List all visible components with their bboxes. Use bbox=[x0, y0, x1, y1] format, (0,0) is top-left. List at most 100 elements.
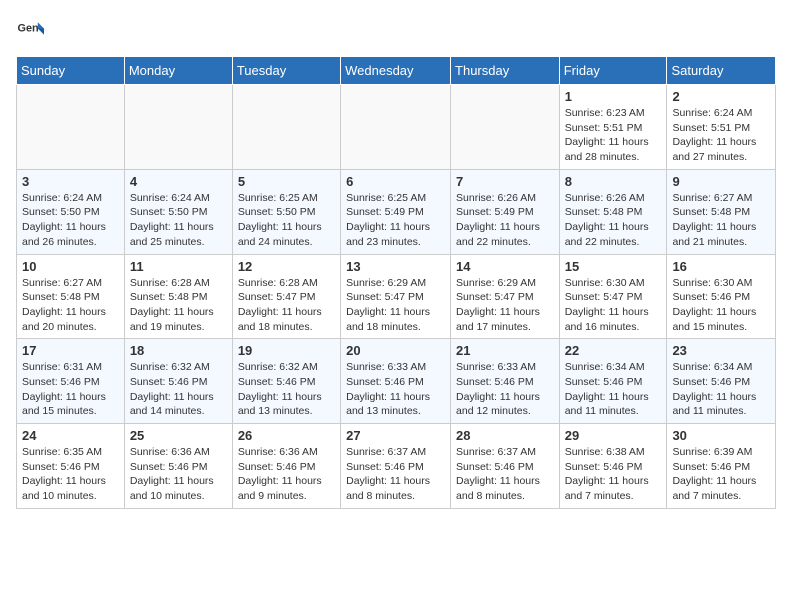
calendar-cell: 1 Sunrise: 6:23 AMSunset: 5:51 PMDaylight… bbox=[559, 85, 667, 170]
day-number: 11 bbox=[130, 259, 227, 274]
calendar-cell: 26 Sunrise: 6:36 AMSunset: 5:46 PMDayligh… bbox=[232, 424, 340, 509]
calendar-week-row: 17Sunrise: 6:31 AMSunset: 5:46 PMDayligh… bbox=[17, 339, 776, 424]
day-info: Sunrise: 6:26 AMSunset: 5:48 PMDaylight:… bbox=[565, 191, 662, 250]
day-info: Sunrise: 6:23 AMSunset: 5:51 PMDaylight:… bbox=[565, 106, 662, 165]
day-info: Sunrise: 6:35 AMSunset: 5:46 PMDaylight:… bbox=[22, 445, 119, 504]
day-number: 27 bbox=[346, 428, 445, 443]
day-number: 16 bbox=[672, 259, 770, 274]
calendar-cell: 9Sunrise: 6:27 AMSunset: 5:48 PMDaylight… bbox=[667, 169, 776, 254]
day-number: 18 bbox=[130, 343, 227, 358]
day-info: Sunrise: 6:27 AMSunset: 5:48 PMDaylight:… bbox=[22, 276, 119, 335]
day-number: 4 bbox=[130, 174, 227, 189]
calendar-cell: 25 Sunrise: 6:36 AMSunset: 5:46 PMDayligh… bbox=[124, 424, 232, 509]
svg-text:Gen: Gen bbox=[18, 23, 39, 35]
calendar-cell: 17Sunrise: 6:31 AMSunset: 5:46 PMDayligh… bbox=[17, 339, 125, 424]
calendar-cell: 16 Sunrise: 6:30 AMSunset: 5:46 PMDayligh… bbox=[667, 254, 776, 339]
calendar-cell: 13Sunrise: 6:29 AMSunset: 5:47 PMDayligh… bbox=[341, 254, 451, 339]
calendar-header-sunday: Sunday bbox=[17, 57, 125, 85]
day-info: Sunrise: 6:36 AMSunset: 5:46 PMDaylight:… bbox=[238, 445, 335, 504]
calendar-cell: 4 Sunrise: 6:24 AMSunset: 5:50 PMDaylight… bbox=[124, 169, 232, 254]
day-number: 30 bbox=[672, 428, 770, 443]
day-info: Sunrise: 6:24 AMSunset: 5:51 PMDaylight:… bbox=[672, 106, 770, 165]
day-info: Sunrise: 6:37 AMSunset: 5:46 PMDaylight:… bbox=[456, 445, 554, 504]
calendar-cell: 27 Sunrise: 6:37 AMSunset: 5:46 PMDayligh… bbox=[341, 424, 451, 509]
day-info: Sunrise: 6:39 AMSunset: 5:46 PMDaylight:… bbox=[672, 445, 770, 504]
day-info: Sunrise: 6:32 AMSunset: 5:46 PMDaylight:… bbox=[238, 360, 335, 419]
calendar-cell bbox=[232, 85, 340, 170]
calendar-week-row: 3 Sunrise: 6:24 AMSunset: 5:50 PMDaylight… bbox=[17, 169, 776, 254]
calendar-cell: 21 Sunrise: 6:33 AMSunset: 5:46 PMDayligh… bbox=[451, 339, 560, 424]
page-header: Gen bbox=[16, 16, 776, 44]
day-number: 1 bbox=[565, 89, 662, 104]
day-info: Sunrise: 6:30 AMSunset: 5:46 PMDaylight:… bbox=[672, 276, 770, 335]
day-info: Sunrise: 6:34 AMSunset: 5:46 PMDaylight:… bbox=[565, 360, 662, 419]
calendar-header-tuesday: Tuesday bbox=[232, 57, 340, 85]
calendar-cell: 11 Sunrise: 6:28 AMSunset: 5:48 PMDayligh… bbox=[124, 254, 232, 339]
day-info: Sunrise: 6:33 AMSunset: 5:46 PMDaylight:… bbox=[346, 360, 445, 419]
calendar-week-row: 1 Sunrise: 6:23 AMSunset: 5:51 PMDaylight… bbox=[17, 85, 776, 170]
day-number: 20 bbox=[346, 343, 445, 358]
day-number: 26 bbox=[238, 428, 335, 443]
day-number: 9 bbox=[672, 174, 770, 189]
calendar-cell: 28 Sunrise: 6:37 AMSunset: 5:46 PMDayligh… bbox=[451, 424, 560, 509]
day-info: Sunrise: 6:33 AMSunset: 5:46 PMDaylight:… bbox=[456, 360, 554, 419]
calendar-cell bbox=[451, 85, 560, 170]
day-number: 22 bbox=[565, 343, 662, 358]
logo-icon: Gen bbox=[16, 16, 44, 44]
calendar-cell: 14Sunrise: 6:29 AMSunset: 5:47 PMDayligh… bbox=[451, 254, 560, 339]
calendar-cell: 3 Sunrise: 6:24 AMSunset: 5:50 PMDaylight… bbox=[17, 169, 125, 254]
day-info: Sunrise: 6:24 AMSunset: 5:50 PMDaylight:… bbox=[22, 191, 119, 250]
calendar-cell: 20 Sunrise: 6:33 AMSunset: 5:46 PMDayligh… bbox=[341, 339, 451, 424]
day-number: 29 bbox=[565, 428, 662, 443]
calendar-cell: 15 Sunrise: 6:30 AMSunset: 5:47 PMDayligh… bbox=[559, 254, 667, 339]
calendar-cell bbox=[341, 85, 451, 170]
calendar-header-friday: Friday bbox=[559, 57, 667, 85]
day-info: Sunrise: 6:38 AMSunset: 5:46 PMDaylight:… bbox=[565, 445, 662, 504]
calendar-header-wednesday: Wednesday bbox=[341, 57, 451, 85]
calendar-cell bbox=[124, 85, 232, 170]
calendar-cell: 12 Sunrise: 6:28 AMSunset: 5:47 PMDayligh… bbox=[232, 254, 340, 339]
day-number: 21 bbox=[456, 343, 554, 358]
day-info: Sunrise: 6:25 AMSunset: 5:49 PMDaylight:… bbox=[346, 191, 445, 250]
day-info: Sunrise: 6:28 AMSunset: 5:48 PMDaylight:… bbox=[130, 276, 227, 335]
day-info: Sunrise: 6:30 AMSunset: 5:47 PMDaylight:… bbox=[565, 276, 662, 335]
day-number: 19 bbox=[238, 343, 335, 358]
day-number: 28 bbox=[456, 428, 554, 443]
day-number: 23 bbox=[672, 343, 770, 358]
calendar-cell: 7 Sunrise: 6:26 AMSunset: 5:49 PMDaylight… bbox=[451, 169, 560, 254]
calendar-header-row: SundayMondayTuesdayWednesdayThursdayFrid… bbox=[17, 57, 776, 85]
calendar-cell: 5Sunrise: 6:25 AMSunset: 5:50 PMDaylight… bbox=[232, 169, 340, 254]
day-info: Sunrise: 6:26 AMSunset: 5:49 PMDaylight:… bbox=[456, 191, 554, 250]
day-info: Sunrise: 6:29 AMSunset: 5:47 PMDaylight:… bbox=[346, 276, 445, 335]
day-number: 15 bbox=[565, 259, 662, 274]
day-info: Sunrise: 6:36 AMSunset: 5:46 PMDaylight:… bbox=[130, 445, 227, 504]
calendar-cell: 6 Sunrise: 6:25 AMSunset: 5:49 PMDaylight… bbox=[341, 169, 451, 254]
day-number: 12 bbox=[238, 259, 335, 274]
day-number: 3 bbox=[22, 174, 119, 189]
day-number: 2 bbox=[672, 89, 770, 104]
day-info: Sunrise: 6:25 AMSunset: 5:50 PMDaylight:… bbox=[238, 191, 335, 250]
calendar-cell: 2 Sunrise: 6:24 AMSunset: 5:51 PMDaylight… bbox=[667, 85, 776, 170]
calendar-cell bbox=[17, 85, 125, 170]
day-info: Sunrise: 6:32 AMSunset: 5:46 PMDaylight:… bbox=[130, 360, 227, 419]
calendar-cell: 22 Sunrise: 6:34 AMSunset: 5:46 PMDayligh… bbox=[559, 339, 667, 424]
calendar-cell: 8Sunrise: 6:26 AMSunset: 5:48 PMDaylight… bbox=[559, 169, 667, 254]
calendar-week-row: 10 Sunrise: 6:27 AMSunset: 5:48 PMDayligh… bbox=[17, 254, 776, 339]
day-info: Sunrise: 6:34 AMSunset: 5:46 PMDaylight:… bbox=[672, 360, 770, 419]
day-number: 25 bbox=[130, 428, 227, 443]
calendar-cell: 24 Sunrise: 6:35 AMSunset: 5:46 PMDayligh… bbox=[17, 424, 125, 509]
day-number: 14 bbox=[456, 259, 554, 274]
calendar-cell: 29 Sunrise: 6:38 AMSunset: 5:46 PMDayligh… bbox=[559, 424, 667, 509]
day-number: 7 bbox=[456, 174, 554, 189]
day-info: Sunrise: 6:28 AMSunset: 5:47 PMDaylight:… bbox=[238, 276, 335, 335]
day-number: 10 bbox=[22, 259, 119, 274]
calendar-table: SundayMondayTuesdayWednesdayThursdayFrid… bbox=[16, 56, 776, 509]
day-number: 17 bbox=[22, 343, 119, 358]
day-info: Sunrise: 6:37 AMSunset: 5:46 PMDaylight:… bbox=[346, 445, 445, 504]
day-info: Sunrise: 6:24 AMSunset: 5:50 PMDaylight:… bbox=[130, 191, 227, 250]
calendar-cell: 10 Sunrise: 6:27 AMSunset: 5:48 PMDayligh… bbox=[17, 254, 125, 339]
day-number: 24 bbox=[22, 428, 119, 443]
calendar-header-saturday: Saturday bbox=[667, 57, 776, 85]
calendar-week-row: 24 Sunrise: 6:35 AMSunset: 5:46 PMDayligh… bbox=[17, 424, 776, 509]
day-number: 6 bbox=[346, 174, 445, 189]
